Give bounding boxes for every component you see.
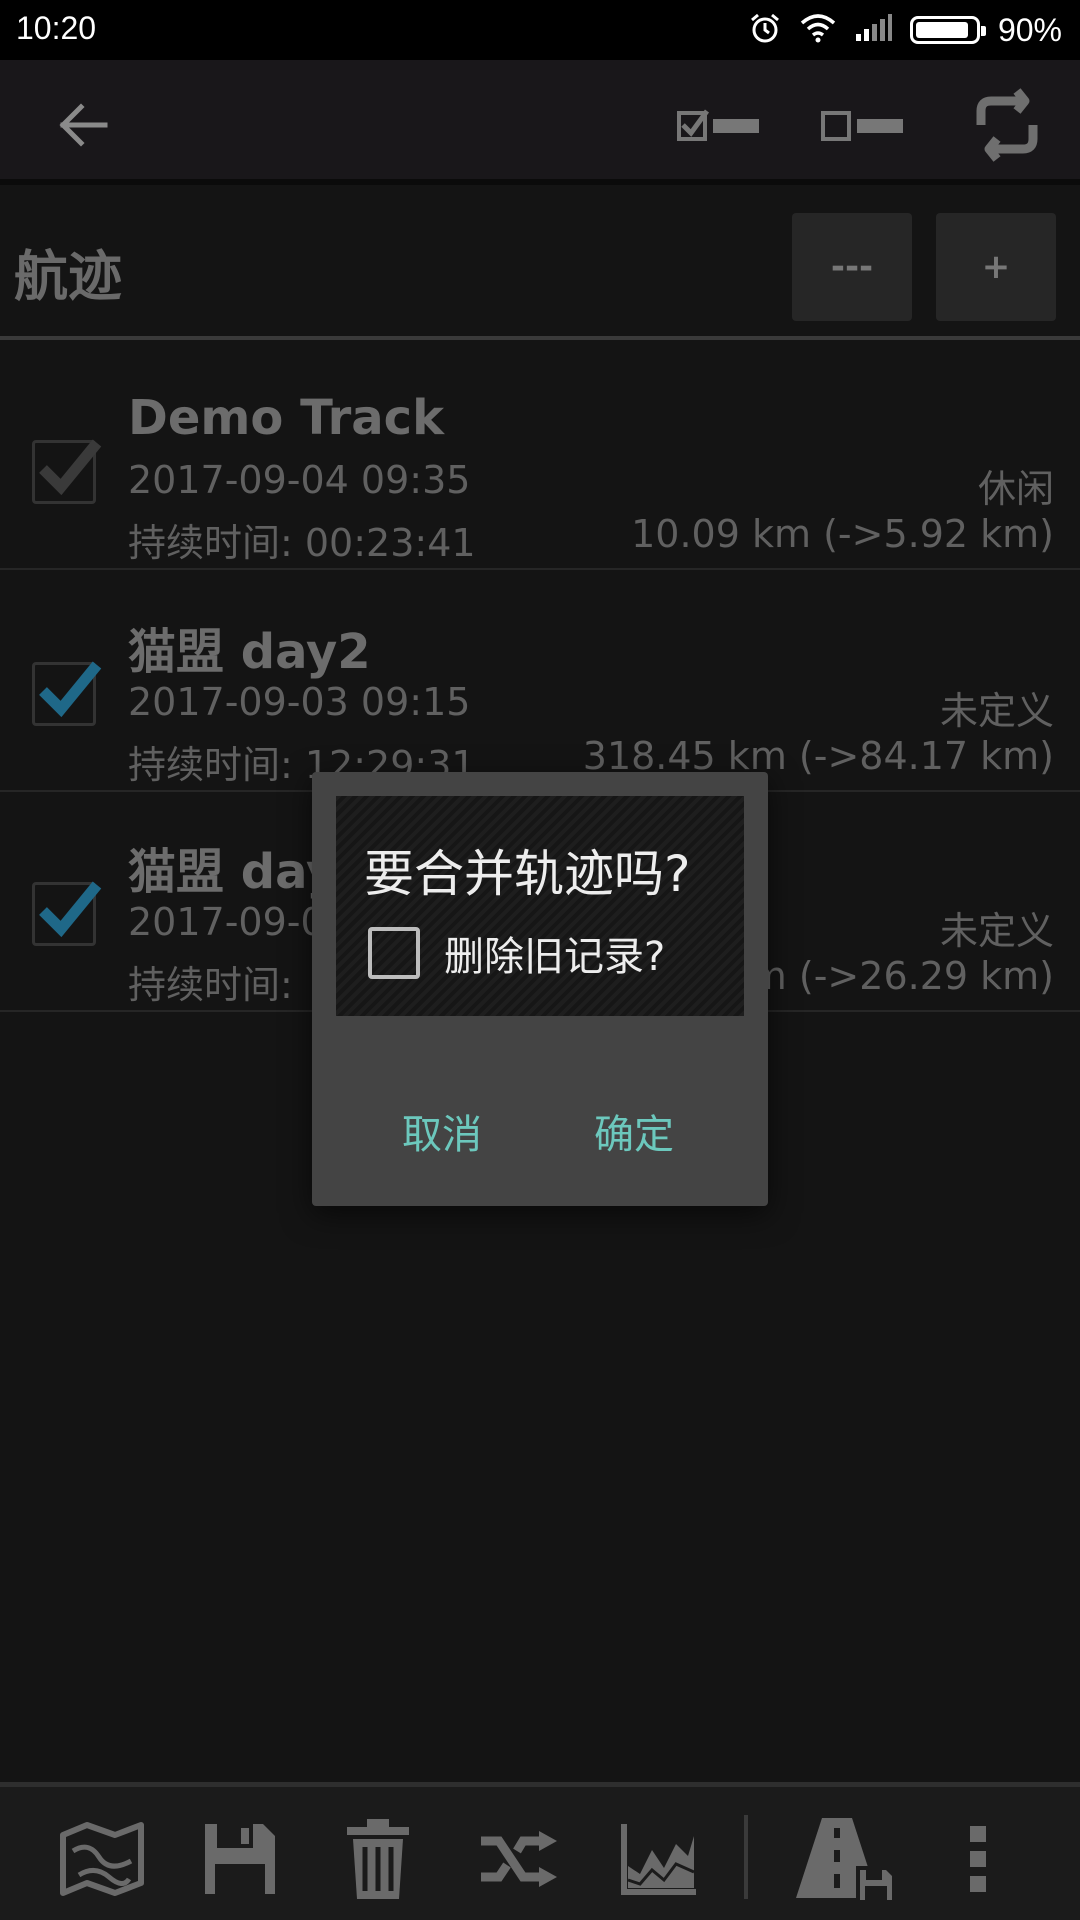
track-distance: 10.09 km (->5.92 km): [631, 512, 1054, 556]
dialog-actions: 取消 确定: [312, 1092, 768, 1172]
collapse-button[interactable]: ---: [792, 213, 912, 321]
chart-icon: [621, 1824, 696, 1895]
track-checkbox[interactable]: [32, 439, 102, 504]
toolbar: [0, 60, 1080, 185]
track-duration: 持续时间: 00:23:41: [128, 521, 476, 565]
overflow-menu-button[interactable]: [928, 1809, 1028, 1909]
map-icon: [60, 1822, 144, 1896]
deselect-all-button[interactable]: [816, 80, 912, 170]
wifi-icon: [800, 13, 836, 47]
dialog-content: 要合并轨迹吗? 删除旧记录?: [336, 796, 744, 1016]
merge-button[interactable]: [470, 1809, 570, 1909]
track-item[interactable]: Demo Track 2017-09-04 09:35 休闲 持续时间: 00:…: [0, 350, 1080, 570]
sync-icon: [976, 88, 1038, 162]
delete-old-option[interactable]: 删除旧记录?: [368, 924, 665, 982]
signal-icon: [854, 14, 892, 46]
track-distance: km (->26.29 km): [727, 954, 1054, 998]
track-checkbox[interactable]: [32, 661, 102, 726]
merge-icon: [481, 1831, 557, 1887]
trash-icon: [347, 1819, 409, 1899]
track-category: 未定义: [939, 909, 1054, 953]
track-checkbox[interactable]: [32, 881, 102, 946]
check-icon: [39, 881, 102, 938]
add-track-button[interactable]: +: [936, 213, 1056, 321]
track-name: 猫盟 day2: [128, 624, 371, 680]
track-name: 猫盟 day: [128, 844, 338, 900]
track-category: 休闲: [977, 467, 1054, 511]
track-duration: 持续时间:: [128, 963, 293, 1007]
road-save-button[interactable]: [790, 1809, 902, 1909]
arrow-left-icon: [59, 103, 108, 147]
bottom-bar: [0, 1782, 1080, 1920]
more-vert-icon: [970, 1826, 986, 1892]
status-time: 10:20: [16, 10, 97, 46]
save-button[interactable]: [190, 1809, 290, 1909]
track-item[interactable]: 猫盟 day2 2017-09-03 09:15 未定义 持续时间: 12:29…: [0, 572, 1080, 792]
chart-button[interactable]: [608, 1809, 708, 1909]
back-button[interactable]: [38, 80, 128, 170]
battery-icon: [909, 16, 986, 44]
section-title: 航迹: [14, 245, 122, 308]
check-icon: [39, 661, 102, 718]
section-header: 航迹 --- +: [0, 190, 1080, 340]
track-date: 2017-09-04 09:35: [128, 458, 471, 502]
road-save-icon: [796, 1818, 894, 1902]
check-icon: [39, 439, 102, 496]
dialog-question: 要合并轨迹吗?: [364, 845, 691, 903]
cancel-button[interactable]: 取消: [386, 1092, 498, 1170]
bottom-separator: [744, 1815, 748, 1899]
map-button[interactable]: [52, 1809, 152, 1909]
battery-percent: 90%: [997, 11, 1062, 48]
save-icon: [205, 1824, 275, 1894]
uncheck-all-icon: [821, 111, 903, 141]
check-all-icon: [677, 109, 759, 141]
sync-button[interactable]: [962, 80, 1052, 170]
delete-old-label: 删除旧记录?: [444, 934, 666, 980]
confirm-button[interactable]: 确定: [578, 1092, 690, 1170]
track-date: 2017-09-0: [128, 900, 325, 944]
track-date: 2017-09-03 09:15: [128, 680, 471, 724]
track-name: Demo Track: [128, 390, 445, 446]
track-category: 未定义: [939, 689, 1054, 733]
delete-button[interactable]: [328, 1809, 428, 1909]
delete-old-checkbox[interactable]: [368, 927, 420, 979]
select-all-button[interactable]: [672, 80, 768, 170]
alarm-icon: [748, 11, 782, 49]
merge-dialog: 要合并轨迹吗? 删除旧记录? 取消 确定: [312, 772, 768, 1206]
status-bar: 10:20 90%: [0, 0, 1080, 60]
